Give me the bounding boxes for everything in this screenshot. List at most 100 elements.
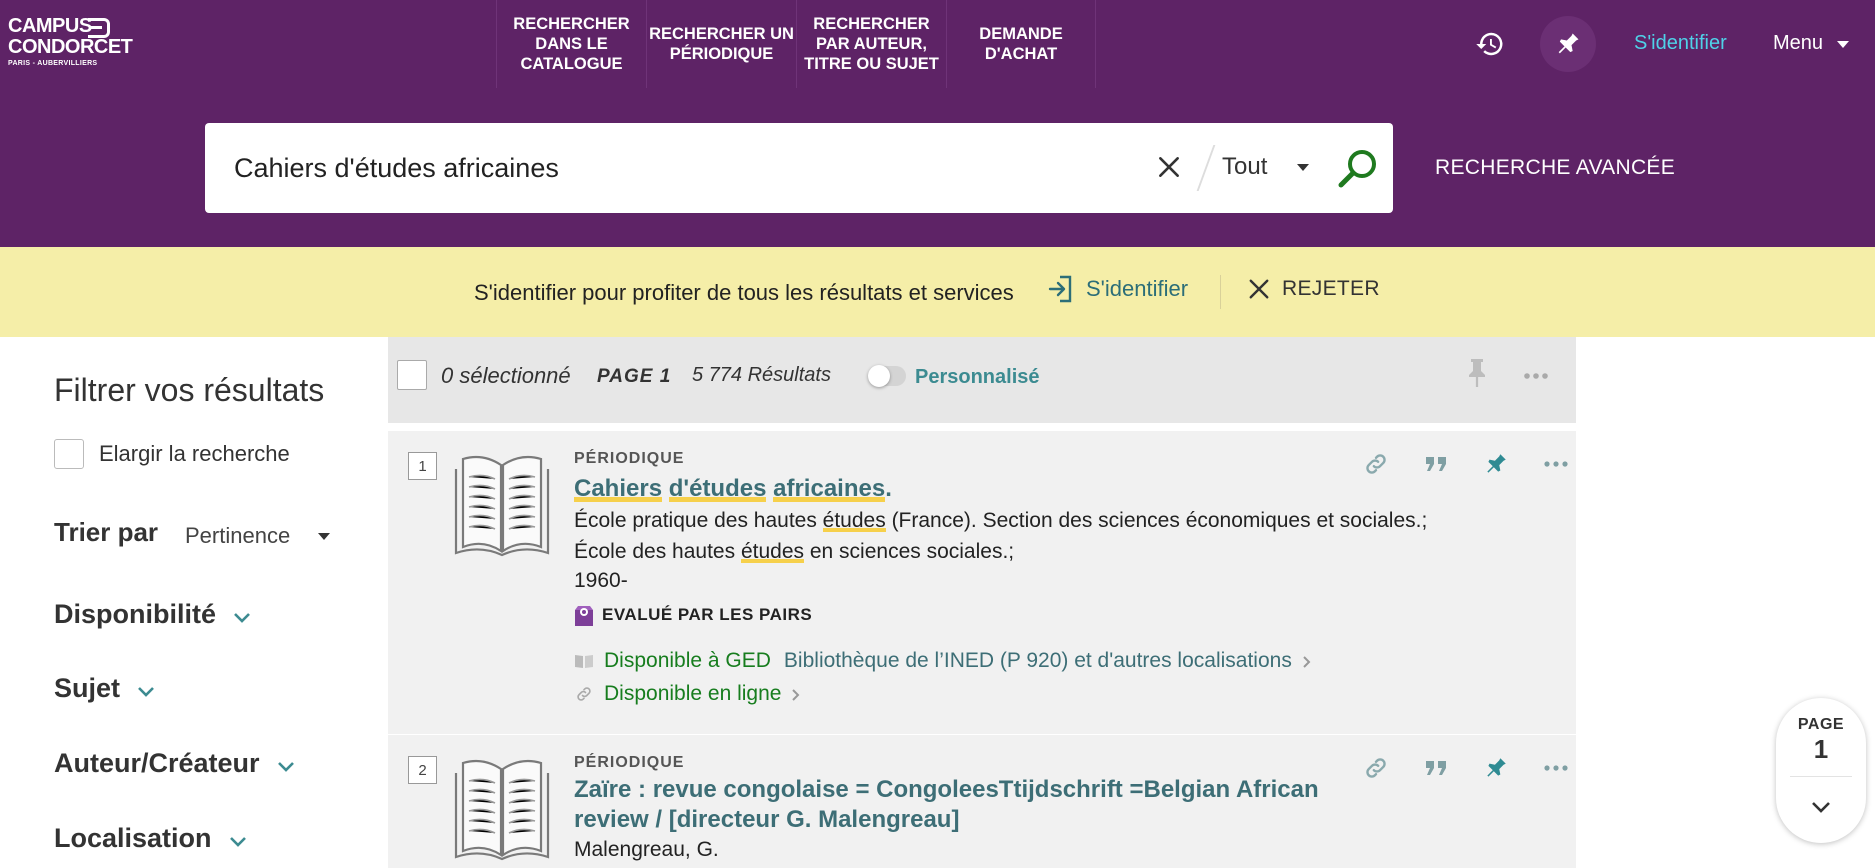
title-part: . (885, 475, 892, 502)
facet-label: Auteur/Créateur (54, 748, 260, 778)
more-actions-button[interactable] (1523, 367, 1549, 385)
peer-reviewed-badge: EVALUÉ PAR LES PAIRS (574, 602, 812, 628)
cite-button[interactable] (1406, 447, 1466, 481)
chevron-down-icon (229, 836, 246, 847)
personalize-toggle[interactable] (868, 365, 906, 387)
result-number[interactable]: 2 (408, 756, 437, 784)
more-icon (1524, 373, 1548, 379)
resource-type: PÉRIODIQUE (574, 450, 685, 467)
logo-mark-icon (88, 18, 110, 38)
page-badge-divider (1790, 776, 1852, 777)
pin-record-button[interactable] (1466, 751, 1526, 785)
page-navigator: PAGE 1 (1776, 698, 1866, 843)
link-icon (1366, 758, 1386, 778)
search-scope-value: Tout (1222, 153, 1268, 180)
authors-part: études (740, 540, 805, 563)
title-part: africaines (773, 475, 886, 502)
banner-divider (1220, 275, 1221, 309)
facet-label: Localisation (54, 823, 212, 853)
search-icon (1338, 150, 1376, 188)
sign-in-icon (1048, 275, 1072, 303)
banner-message: S'identifier pour profiter de tous les r… (474, 280, 1014, 305)
dismiss-banner-button[interactable]: REJETER (1248, 277, 1380, 301)
nav-search-catalogue[interactable]: RECHERCHER DANS LE CATALOGUE (496, 0, 646, 88)
quote-icon (1426, 457, 1446, 471)
more-icon (1544, 461, 1568, 467)
pin-results-button[interactable] (1465, 357, 1489, 394)
search-input[interactable] (234, 145, 1114, 191)
quote-icon (1426, 761, 1446, 775)
page-indicator: PAGE 1 (597, 366, 672, 387)
result-date: 1960- (574, 569, 628, 592)
history-icon (1476, 32, 1503, 56)
search-submit-button[interactable] (1335, 145, 1381, 191)
cite-button[interactable] (1406, 751, 1466, 785)
facet-label: Disponibilité (54, 599, 216, 629)
result-title-link[interactable]: Cahiers d'études africaines. (574, 474, 1364, 504)
sort-select[interactable]: Pertinence (185, 523, 331, 549)
expand-search-label[interactable]: Elargir la recherche (99, 441, 290, 467)
next-page-button[interactable] (1809, 800, 1833, 819)
pin-icon (1558, 33, 1579, 54)
nav-purchase-request[interactable]: DEMANDE D'ACHAT (946, 0, 1096, 88)
authors-part: École pratique des hautes (574, 509, 823, 532)
record-more-button[interactable] (1526, 751, 1586, 785)
result-actions (1346, 447, 1586, 481)
advanced-search-link[interactable]: RECHERCHE AVANCÉE (1435, 156, 1675, 180)
facet-availability[interactable]: Disponibilité (54, 599, 252, 630)
header-menu-button[interactable]: Menu (1773, 32, 1850, 55)
banner-signin-button[interactable]: S'identifier (1048, 274, 1188, 304)
caret-down-icon (1297, 163, 1310, 171)
selected-count: 0 sélectionné (441, 363, 571, 388)
clear-search-button[interactable] (1149, 147, 1189, 187)
filter-sidebar: Filtrer vos résultats Elargir la recherc… (0, 337, 388, 868)
result-number[interactable]: 1 (408, 452, 437, 480)
pin-icon (1469, 359, 1485, 387)
personalize-label[interactable]: Personnalisé (915, 366, 1040, 389)
result-item: 2 PÉRIODIQUE Zaïre : revue congolaise = … (388, 735, 1576, 868)
select-all-checkbox[interactable] (397, 360, 427, 390)
search-scope-select[interactable]: Tout (1222, 153, 1310, 181)
authors-part: en sciences sociales.; (804, 540, 1015, 563)
pinned-items-button[interactable] (1540, 16, 1596, 72)
record-more-button[interactable] (1526, 447, 1586, 481)
facet-label: Sujet (54, 673, 121, 703)
availability-physical-link[interactable]: Disponible à GED Bibliothèque de l’INED … (574, 649, 1312, 673)
nav-search-author-title-subject[interactable]: RECHERCHER PAR AUTEUR, TITRE OU SUJET (796, 0, 946, 88)
chevron-right-icon (792, 689, 800, 701)
pin-icon (1487, 758, 1506, 777)
availability-online-link[interactable]: Disponible en ligne (574, 682, 801, 706)
availability-location: Bibliothèque de l’INED (P 920) et d'autr… (783, 649, 1292, 672)
reject-label: REJETER (1282, 277, 1380, 300)
permalink-button[interactable] (1346, 751, 1406, 785)
result-title-link[interactable]: Zaïre : revue congolaise = CongoleesTtij… (574, 775, 1364, 835)
result-item: 1 PÉRIODIQUE Cahiers d'études africaines… (388, 431, 1576, 734)
top-header: CAMPUS CONDORCET PARIS - AUBERVILLIERS R… (0, 0, 1875, 247)
periodical-book-icon[interactable] (453, 755, 551, 866)
search-box: Tout (205, 123, 1393, 213)
nav-search-periodical[interactable]: RECHERCHER UN PÉRIODIQUE (646, 0, 796, 88)
facet-author-creator[interactable]: Auteur/Créateur (54, 748, 296, 779)
results-count: 5 774 Résultats (692, 364, 831, 386)
header-signin-link[interactable]: S'identifier (1634, 32, 1727, 55)
facet-subject[interactable]: Sujet (54, 673, 156, 704)
pin-icon (1487, 454, 1506, 473)
expand-search-checkbox[interactable] (54, 439, 84, 469)
pin-record-button[interactable] (1466, 447, 1526, 481)
chevron-down-icon (1812, 802, 1830, 813)
result-authors: École pratique des hautes études (France… (574, 505, 1444, 567)
result-authors: Malengreau, G. (574, 838, 719, 861)
availability-status: Disponible en ligne (604, 682, 782, 705)
peer-reviewed-icon (575, 606, 593, 626)
permalink-button[interactable] (1346, 447, 1406, 481)
close-icon (1249, 279, 1269, 299)
link-icon (1366, 454, 1386, 474)
search-history-button[interactable] (1462, 16, 1518, 72)
campus-condorcet-logo[interactable]: CAMPUS CONDORCET PARIS - AUBERVILLIERS (8, 16, 133, 69)
caret-down-icon (318, 532, 331, 540)
link-icon (577, 687, 591, 701)
logo-line-2: CONDORCET (8, 36, 133, 58)
chevron-down-icon (138, 686, 154, 697)
facet-location[interactable]: Localisation (54, 823, 248, 854)
periodical-book-icon[interactable] (453, 451, 551, 562)
